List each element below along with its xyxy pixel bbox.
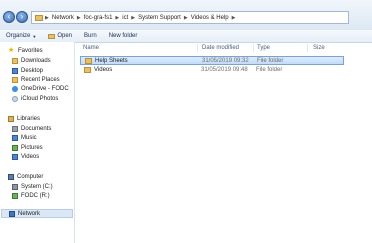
burn-button[interactable]: Burn (78, 33, 103, 39)
back-button[interactable]: ‹ (3, 11, 15, 23)
nav-label: Desktop (21, 67, 44, 74)
nav-system-c[interactable]: System (C:) (12, 182, 53, 191)
file-name: Help Sheets (95, 58, 128, 64)
column-header-size[interactable]: Size (313, 45, 325, 51)
nav-fodc-r[interactable]: FODC (R:) (12, 191, 50, 200)
breadcrumb-server[interactable]: foc-gra-fs1 (81, 15, 116, 21)
column-header-date[interactable]: Date modified (202, 45, 239, 51)
nav-favorites[interactable]: ★ Favorites (8, 46, 43, 55)
file-name-cell: Help Sheets (85, 58, 128, 64)
nav-label: Computer (17, 173, 44, 180)
onedrive-icon (12, 85, 18, 92)
file-date: 31/05/2019 09:32 (202, 58, 249, 64)
file-row-help-sheets[interactable]: Help Sheets 31/05/2019 09:32 File folder (80, 56, 344, 65)
nav-onedrive[interactable]: OneDrive - FODC (12, 84, 69, 93)
nav-music[interactable]: Music (12, 133, 37, 142)
open-label: Open (57, 33, 73, 39)
breadcrumb-network[interactable]: Network (49, 15, 77, 21)
breadcrumb-ict[interactable]: ict (119, 15, 131, 21)
new-folder-button[interactable]: New folder (103, 33, 144, 39)
chevron-down-icon: ▼ (32, 33, 37, 39)
address-bar-region: ‹ › ▶ Network ▶ foc-gra-fs1 ▶ ict ▶ Syst… (0, 0, 372, 30)
file-row-videos[interactable]: Videos 31/05/2019 09:48 File folder (80, 66, 344, 75)
breadcrumb-videos-help[interactable]: Videos & Help (188, 15, 232, 21)
chevron-right-icon: ▶ (231, 14, 236, 21)
file-type: File folder (257, 58, 284, 64)
file-type: File folder (256, 67, 283, 73)
nav-label: Documents (21, 125, 52, 132)
nav-libraries[interactable]: Libraries (8, 114, 40, 123)
nav-label: Recent Places (21, 76, 60, 83)
nav-icloud-photos[interactable]: iCloud Photos (12, 94, 58, 103)
desktop-icon (12, 67, 18, 74)
nav-label: Favorites (18, 47, 43, 54)
nav-network[interactable]: Network (1, 209, 73, 218)
downloads-folder-icon (12, 57, 18, 64)
nav-downloads[interactable]: Downloads (12, 56, 51, 65)
recent-places-icon (12, 76, 18, 83)
folder-icon (84, 67, 91, 73)
nav-documents[interactable]: Documents (12, 124, 51, 133)
column-header-name[interactable]: Name (83, 45, 99, 51)
file-list: Name Date modified Type Size Help Sheets… (75, 42, 372, 243)
forward-button[interactable]: › (16, 11, 28, 23)
nav-label: Libraries (17, 115, 41, 122)
nav-label: Pictures (21, 144, 43, 151)
nav-label: Music (21, 134, 37, 141)
computer-icon (8, 173, 14, 180)
nav-pictures[interactable]: Pictures (12, 143, 43, 152)
star-icon: ★ (8, 46, 15, 54)
pictures-icon (12, 144, 18, 151)
nav-label: Network (18, 210, 41, 217)
folder-open-icon (48, 33, 56, 39)
nav-label: Downloads (21, 57, 51, 64)
column-divider (197, 44, 198, 52)
nav-label: System (C:) (21, 183, 53, 190)
nav-recent-places[interactable]: Recent Places (12, 75, 60, 84)
address-bar[interactable]: ▶ Network ▶ foc-gra-fs1 ▶ ict ▶ System S… (31, 11, 349, 24)
drive-icon (12, 183, 18, 190)
nav-label: OneDrive - FODC (21, 85, 69, 92)
nav-label: iCloud Photos (21, 95, 59, 102)
nav-label: Videos (21, 153, 40, 160)
documents-icon (12, 125, 18, 132)
nav-computer[interactable]: Computer (8, 172, 43, 181)
column-divider (307, 44, 308, 52)
column-header-type[interactable]: Type (257, 45, 270, 51)
network-drive-icon (12, 192, 18, 199)
navigation-pane: ★ Favorites Downloads Desktop Recent Plac… (0, 42, 75, 243)
nav-label: FODC (R:) (21, 192, 50, 199)
file-name: Videos (94, 67, 113, 73)
nav-desktop[interactable]: Desktop (12, 66, 43, 75)
libraries-icon (8, 115, 14, 122)
videos-icon (12, 153, 18, 160)
file-name-cell: Videos (84, 67, 112, 73)
network-icon (9, 210, 15, 217)
breadcrumb-system-support[interactable]: System Support (135, 15, 184, 21)
organize-label: Organize (6, 33, 31, 39)
folder-icon (35, 14, 43, 21)
organize-button[interactable]: Organize ▼ (0, 33, 42, 39)
nav-videos[interactable]: Videos (12, 152, 39, 161)
icloud-icon (12, 95, 18, 102)
open-button[interactable]: Open (42, 33, 78, 39)
folder-icon (85, 58, 92, 64)
music-icon (12, 134, 18, 141)
column-divider (253, 44, 254, 52)
file-date: 31/05/2019 09:48 (201, 67, 248, 73)
